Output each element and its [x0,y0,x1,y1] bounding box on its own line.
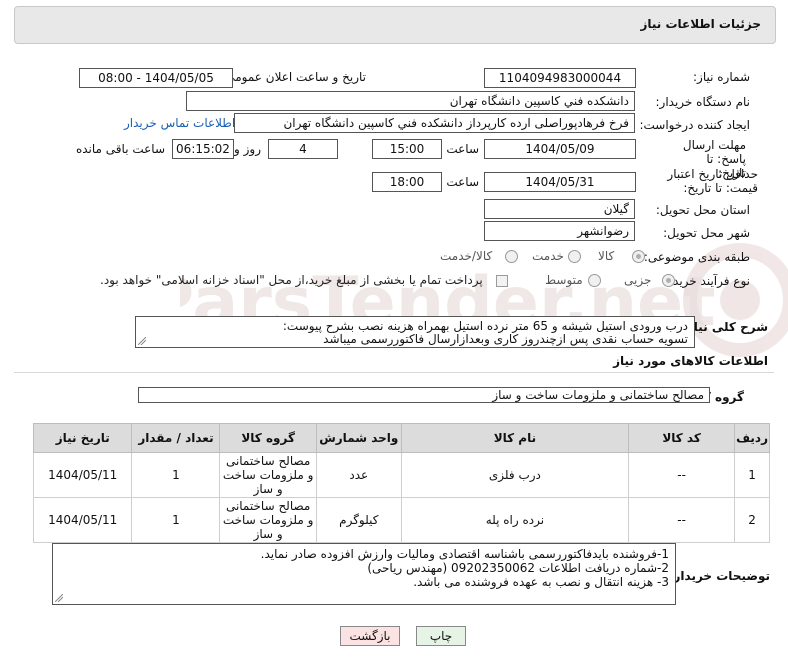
purchase-type-label: نوع فرآیند خرید : [665,274,750,288]
remaining-label: ساعت باقی مانده [75,142,165,156]
table-row: 1 -- درب فلزی عدد مصالح ساختمانی و ملزوم… [32,452,770,498]
table-header-row: ردیف کد کالا نام کالا واحد شمارش گروه کا… [32,423,770,453]
need-number-field: 1104094983000044 [484,68,636,88]
category-service-radio[interactable] [568,250,581,263]
category-goods-radio[interactable] [632,250,645,263]
cell-row: 1 [734,452,770,498]
cell-code: -- [628,497,736,543]
description-line-2: تسویه حساب نقدی پس ازچندروز کاری وبعدازا… [323,332,688,346]
reply-time-label: ساعت [446,142,479,156]
buyer-note-line-2: 2-شماره دریافت اطلاعات 09202350062 (مهند… [367,561,669,575]
validity-time-label: ساعت [446,175,479,189]
resize-grip-icon[interactable] [138,337,146,345]
validity-date-field: 1404/05/31 [484,172,636,192]
buyer-notes-textarea[interactable]: 1-فروشنده بایدفاکتوررسمی باشناسه اقتصادی… [52,543,676,605]
cell-date: 1404/05/11 [32,497,133,543]
cell-qty: 1 [131,452,221,498]
cell-date: 1404/05/11 [32,452,133,498]
col-unit-header: واحد شمارش [315,423,402,453]
table-row: 2 -- نرده راه پله کیلوگرم مصالح ساختمانی… [32,497,770,543]
buyer-notes-label: توضیحات خریدار: [668,569,770,583]
category-both-radio[interactable] [505,250,518,263]
items-table: ردیف کد کالا نام کالا واحد شمارش گروه کا… [32,423,770,543]
payment-note: پرداخت تمام یا بخشی از مبلغ خرید،از محل … [100,273,483,287]
purchase-medium-label: متوسط [545,273,583,287]
category-both-label: کالا/خدمت [440,249,493,263]
description-textarea[interactable]: درب ورودی استیل شیشه و 65 متر نرده استیل… [135,316,695,348]
category-goods-label: کالا [598,249,615,263]
cell-qty: 1 [131,497,221,543]
cell-name: درب فلزی [400,452,630,498]
header-bar: جزئیات اطلاعات نیاز [14,6,776,44]
category-service-label: خدمت [532,249,564,263]
cell-unit: کیلوگرم [315,497,402,543]
reply-date-field: 1404/05/09 [484,139,636,159]
goods-section-title: اطلاعات کالاهای مورد نیاز [613,354,768,368]
buyer-contact-link[interactable]: اطلاعات تماس خریدار [124,116,235,130]
remaining-time-field: 06:15:02 [172,139,234,159]
goods-group-field: مصالح ساختمانی و ملزومات ساخت و ساز [138,387,710,403]
category-label: طبقه بندی موضوعی: [643,250,750,264]
province-label: استان محل تحویل: [655,203,750,217]
cell-group: مصالح ساختمانی و ملزومات ساخت و ساز [219,452,317,498]
resize-grip-icon[interactable] [55,594,63,602]
purchase-minor-radio[interactable] [662,274,675,287]
buyer-org-label: نام دستگاه خریدار: [655,95,751,109]
validity-time-field: 18:00 [372,172,442,192]
divider [14,372,774,373]
reply-time-field: 15:00 [372,139,442,159]
announce-label: تاریخ و ساعت اعلان عمومی: [221,70,366,84]
cell-name: نرده راه پله [400,497,630,543]
col-row-header: ردیف [734,423,770,453]
city-label: شهر محل تحویل: [663,226,750,240]
cell-row: 2 [734,497,770,543]
col-name-header: نام کالا [400,423,630,453]
province-field: گیلان [484,199,635,219]
cell-unit: عدد [315,452,402,498]
creator-field: فرخ فرهادپوراصلی اردە کارپرداز دانشكده ف… [234,113,635,133]
cell-group: مصالح ساختمانی و ملزومات ساخت و ساز [219,497,317,543]
col-group-header: گروه کالا [219,423,317,453]
days-field: 4 [268,139,338,159]
purchase-medium-radio[interactable] [588,274,601,287]
need-number-label: شماره نیاز: [693,70,750,84]
treasury-payment-checkbox[interactable] [496,275,508,287]
days-label: روز و [234,142,261,156]
back-button[interactable]: بازگشت [340,626,400,646]
purchase-minor-label: جزیی [624,273,652,287]
cell-code: -- [628,452,736,498]
creator-label: ایجاد کننده درخواست: [639,118,750,132]
city-field: رضوانشهر [484,221,635,241]
buyer-note-line-1: 1-فروشنده بایدفاکتوررسمی باشناسه اقتصادی… [260,547,669,561]
validity-label: حداقل تاریخ اعتبار قیمت: تا تاریخ: [667,167,758,195]
buyer-org-field: دانشكده فني كاسپين دانشگاه تهران [186,91,635,111]
col-qty-header: تعداد / مقدار [131,423,221,453]
page-title: جزئیات اطلاعات نیاز [640,17,761,31]
col-date-header: تاریخ نیاز [32,423,133,453]
announce-field: 1404/05/05 - 08:00 [79,68,233,88]
print-button[interactable]: چاپ [416,626,466,646]
col-code-header: کد کالا [628,423,736,453]
buyer-note-line-3: 3- هزینه انتقال و نصب به عهده فروشنده می… [413,575,669,589]
